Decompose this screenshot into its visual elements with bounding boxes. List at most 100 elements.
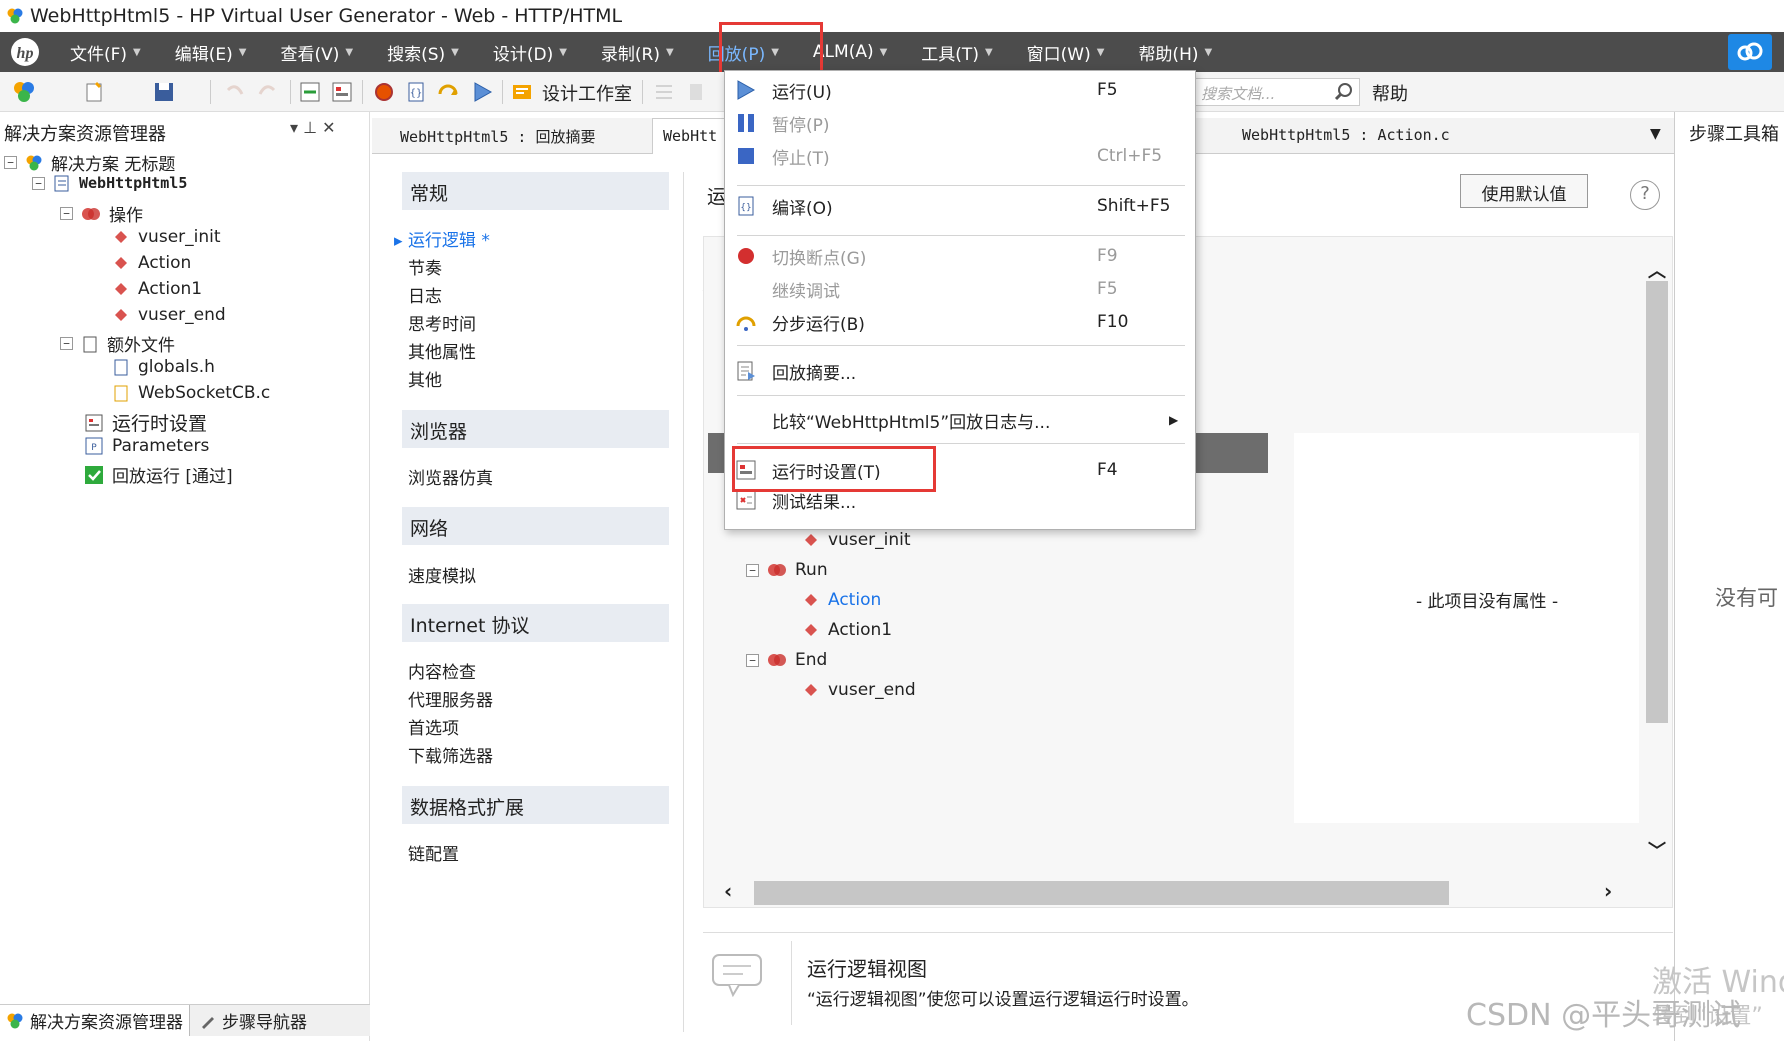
logic-tree-run[interactable]: − Run bbox=[746, 560, 828, 580]
nav-item-pacing[interactable]: 节奏 bbox=[408, 254, 442, 279]
menu-search[interactable]: 搜索(S) ▼ bbox=[387, 40, 459, 65]
search-icon[interactable] bbox=[1332, 80, 1356, 104]
menu-item-continue-debug[interactable]: 继续调试 F5 bbox=[725, 274, 1195, 304]
tree-actions-folder[interactable]: − 操作 bbox=[60, 201, 143, 226]
save-icon[interactable] bbox=[152, 80, 176, 104]
logic-tree-action[interactable]: Action bbox=[802, 590, 881, 610]
record-icon[interactable] bbox=[372, 80, 396, 104]
undo-icon[interactable] bbox=[222, 80, 246, 104]
new-script-icon[interactable] bbox=[82, 80, 106, 104]
menu-file[interactable]: 文件(F) ▼ bbox=[70, 40, 141, 65]
nav-item-run-logic[interactable]: ▸ 运行逻辑 * bbox=[394, 226, 490, 251]
nav-section-network[interactable]: 网络 bbox=[402, 507, 669, 545]
collapse-icon[interactable]: − bbox=[60, 207, 73, 220]
menu-item-pause[interactable]: 暂停(P) bbox=[725, 108, 1195, 138]
bookmark-icon[interactable] bbox=[684, 80, 708, 104]
tab-step-navigator[interactable]: 步骤导航器 bbox=[190, 1005, 317, 1036]
tree-replay-run[interactable]: 回放运行 [通过] bbox=[84, 462, 233, 487]
menu-item-run[interactable]: 运行(U) F5 bbox=[725, 75, 1195, 105]
nav-item-other[interactable]: 其他 bbox=[408, 366, 442, 391]
collapse-icon[interactable]: − bbox=[60, 337, 73, 350]
collapse-icon[interactable]: − bbox=[746, 653, 759, 667]
tree-action-item[interactable]: Action bbox=[112, 253, 191, 273]
horizontal-scrollbar[interactable] bbox=[754, 881, 1449, 905]
scroll-up-icon[interactable]: ︿ bbox=[1648, 257, 1666, 283]
menu-item-compare-log[interactable]: 比较“WebHttpHtml5”回放日志与... ▶ bbox=[725, 405, 1195, 435]
action-icon bbox=[115, 257, 127, 269]
menu-view[interactable]: 查看(V) ▼ bbox=[280, 40, 353, 65]
redo-icon[interactable] bbox=[256, 80, 280, 104]
scroll-down-icon[interactable]: ﹀ bbox=[1648, 837, 1666, 863]
nav-item-browser-emulation[interactable]: 浏览器仿真 bbox=[408, 464, 493, 489]
solution-icon[interactable] bbox=[12, 80, 36, 104]
logic-tree-end[interactable]: − End bbox=[746, 650, 827, 670]
nav-item-misc-attrs[interactable]: 其他属性 bbox=[408, 338, 476, 363]
explorer-pin-controls[interactable]: ▾ ⊥ ✕ bbox=[290, 118, 336, 137]
nav-item-preferences[interactable]: 首选项 bbox=[408, 714, 459, 739]
help-label[interactable]: 帮助 bbox=[1372, 80, 1408, 106]
menu-help[interactable]: 帮助(H) ▼ bbox=[1138, 40, 1212, 65]
collapse-icon[interactable]: − bbox=[32, 176, 45, 190]
compile-icon[interactable]: {} bbox=[404, 80, 428, 104]
runtime-settings-icon[interactable] bbox=[330, 80, 354, 104]
collapse-icon[interactable]: − bbox=[4, 156, 17, 169]
design-studio-label[interactable]: 设计工作室 bbox=[542, 80, 632, 106]
nav-item-chain-config[interactable]: 链配置 bbox=[408, 840, 459, 865]
menu-window[interactable]: 窗口(W) ▼ bbox=[1027, 40, 1105, 65]
nav-section-general[interactable]: 常规 bbox=[402, 172, 669, 210]
compare-icon[interactable] bbox=[298, 80, 322, 104]
comment-icon[interactable] bbox=[652, 80, 676, 104]
scroll-right-icon[interactable]: › bbox=[1604, 879, 1612, 903]
action-icon bbox=[805, 594, 817, 606]
design-studio-icon[interactable] bbox=[510, 80, 534, 104]
logic-tree-action1[interactable]: Action1 bbox=[802, 620, 892, 640]
vertical-scrollbar[interactable] bbox=[1646, 281, 1668, 723]
collapse-icon[interactable]: − bbox=[746, 563, 759, 577]
menu-item-toggle-breakpoint[interactable]: 切换断点(G) F9 bbox=[725, 241, 1195, 271]
menu-record[interactable]: 录制(R) ▼ bbox=[601, 40, 674, 65]
tab-replay-summary[interactable]: WebHttpHtml5 : 回放摘要 bbox=[400, 126, 595, 147]
logic-tree-init-item[interactable]: vuser_init bbox=[802, 530, 911, 550]
nav-item-proxy[interactable]: 代理服务器 bbox=[408, 686, 493, 711]
menu-alm[interactable]: ALM(A) ▼ bbox=[813, 42, 887, 62]
step-icon[interactable] bbox=[436, 80, 460, 104]
nav-item-speed-simulation[interactable]: 速度模拟 bbox=[408, 562, 476, 587]
menu-item-compile[interactable]: {} 编译(O) Shift+F5 bbox=[725, 191, 1195, 221]
tree-solution[interactable]: − 解决方案 无标题 bbox=[4, 150, 175, 175]
menu-bar: hp 文件(F) ▼ 编辑(E) ▼ 查看(V) ▼ 搜索(S) ▼ 设计(D) ▼ 录制… bbox=[0, 32, 1784, 72]
tree-action-item[interactable]: vuser_init bbox=[112, 227, 221, 247]
help-icon[interactable]: ? bbox=[1630, 180, 1660, 210]
nav-section-browser[interactable]: 浏览器 bbox=[402, 410, 669, 448]
menu-tools[interactable]: 工具(T) ▼ bbox=[921, 40, 992, 65]
cloud-icon[interactable] bbox=[1728, 34, 1772, 70]
nav-item-think-time[interactable]: 思考时间 bbox=[408, 310, 476, 335]
nav-item-log[interactable]: 日志 bbox=[408, 282, 442, 307]
nav-section-internet[interactable]: Internet 协议 bbox=[402, 604, 669, 642]
tree-action-item[interactable]: Action1 bbox=[112, 279, 202, 299]
run-icon[interactable] bbox=[470, 80, 494, 104]
menu-item-step[interactable]: 分步运行(B) F10 bbox=[725, 307, 1195, 337]
nav-item-content-check[interactable]: 内容检查 bbox=[408, 658, 476, 683]
logic-tree-end-item[interactable]: vuser_end bbox=[802, 680, 916, 700]
no-properties-text: - 此项目没有属性 - bbox=[1416, 592, 1559, 612]
tree-file-item[interactable]: WebSocketCB.c bbox=[112, 383, 270, 403]
scroll-left-icon[interactable]: ‹ bbox=[724, 879, 732, 903]
menu-edit[interactable]: 编辑(E) ▼ bbox=[175, 40, 247, 65]
tab-list-dropdown[interactable]: ▼ bbox=[1650, 126, 1661, 142]
tree-file-item[interactable]: globals.h bbox=[112, 357, 215, 377]
tree-extra-folder[interactable]: − 额外文件 bbox=[60, 331, 175, 356]
menu-item-stop[interactable]: 停止(T) Ctrl+F5 bbox=[725, 141, 1195, 171]
tree-parameters[interactable]: P Parameters bbox=[84, 436, 209, 456]
tab-action-c[interactable]: WebHttpHtml5 : Action.c bbox=[1242, 126, 1450, 144]
tree-script[interactable]: − WebHttpHtml5 bbox=[32, 174, 187, 192]
menu-design[interactable]: 设计(D) ▼ bbox=[493, 40, 567, 65]
app-icon bbox=[6, 7, 24, 25]
tree-action-item[interactable]: vuser_end bbox=[112, 305, 226, 325]
actions-icon bbox=[82, 207, 100, 220]
nav-section-data-format[interactable]: 数据格式扩展 bbox=[402, 786, 669, 824]
tree-runtime-settings[interactable]: 运行时设置 bbox=[84, 409, 207, 436]
nav-item-download-filters[interactable]: 下载筛选器 bbox=[408, 742, 493, 767]
use-default-button[interactable]: 使用默认值 bbox=[1460, 174, 1588, 208]
menu-item-replay-summary[interactable]: 回放摘要... bbox=[725, 356, 1195, 386]
tab-solution-explorer[interactable]: 解决方案资源管理器 bbox=[0, 1005, 190, 1036]
